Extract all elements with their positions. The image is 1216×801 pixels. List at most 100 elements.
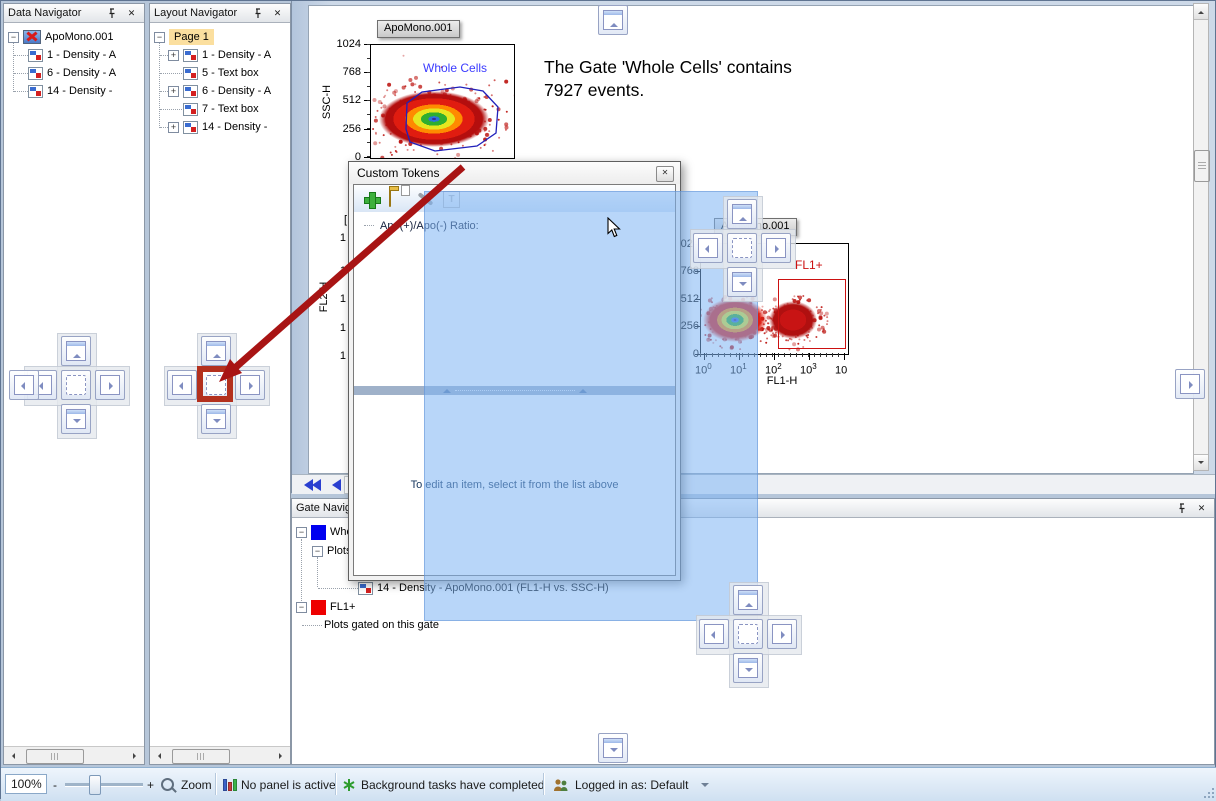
login-dropdown-icon[interactable] xyxy=(701,768,709,801)
dock-center-icon[interactable] xyxy=(727,233,757,263)
dock-top-icon[interactable] xyxy=(201,336,231,366)
previous-page-icon[interactable] xyxy=(326,478,341,496)
scroll-up-icon[interactable] xyxy=(1194,4,1208,20)
tree-row-plot[interactable]: + 1 - Density - A xyxy=(168,46,271,64)
horizontal-scrollbar[interactable] xyxy=(4,746,144,764)
collapse-icon[interactable]: − xyxy=(8,32,19,43)
scroll-left-icon[interactable] xyxy=(152,749,166,762)
tree-row-textbox[interactable]: 5 - Text box xyxy=(183,64,259,82)
collapse-icon[interactable]: − xyxy=(296,602,307,613)
plot2-ytick: 1 xyxy=(338,350,346,362)
dock-center-icon[interactable] xyxy=(733,619,763,649)
events-note-textbox[interactable]: The Gate 'Whole Cells' contains 7927 eve… xyxy=(544,56,844,102)
plot-label[interactable]: 1 - Density - A xyxy=(202,49,271,61)
dock-edge-top-icon[interactable] xyxy=(598,5,628,35)
pin-icon[interactable] xyxy=(249,6,266,21)
dock-left-icon[interactable] xyxy=(167,370,197,400)
pin-icon[interactable] xyxy=(1173,501,1190,516)
dock-edge-bottom-icon[interactable] xyxy=(598,733,628,763)
add-token-icon[interactable] xyxy=(362,189,382,209)
dock-guide-cross-data-navigator xyxy=(24,333,128,437)
scroll-right-icon[interactable] xyxy=(274,749,288,762)
dock-right-icon[interactable] xyxy=(95,370,125,400)
plot1-density-plot[interactable]: Whole Cells xyxy=(370,44,515,159)
gate-name[interactable]: FL1+ xyxy=(330,601,355,613)
collapse-icon[interactable]: − xyxy=(154,32,165,43)
gate-plots-label[interactable]: Plots gated on this gate xyxy=(324,619,439,631)
dock-left-icon[interactable] xyxy=(693,233,723,263)
dock-center-icon[interactable] xyxy=(61,370,91,400)
datafile-label[interactable]: ApoMono.001 xyxy=(45,31,114,43)
dock-top-icon[interactable] xyxy=(727,199,757,229)
tree-row-plot[interactable]: + 14 - Density - xyxy=(168,118,267,136)
edit-token-icon[interactable] xyxy=(389,188,391,207)
scrollbar-thumb[interactable] xyxy=(172,749,230,764)
dock-top-icon[interactable] xyxy=(61,336,91,366)
tree-row-textbox[interactable]: 7 - Text box xyxy=(183,100,259,118)
dock-right-icon[interactable] xyxy=(235,370,265,400)
vertical-scrollbar[interactable] xyxy=(1193,3,1209,471)
tree-connector xyxy=(14,55,28,56)
expand-icon[interactable]: + xyxy=(168,50,179,61)
collapse-icon[interactable]: − xyxy=(312,546,323,557)
horizontal-scrollbar[interactable] xyxy=(150,746,290,764)
plot-label[interactable]: 1 - Density - A xyxy=(47,49,116,61)
dock-right-icon[interactable] xyxy=(761,233,791,263)
expand-icon[interactable]: + xyxy=(168,86,179,97)
dock-right-icon[interactable] xyxy=(767,619,797,649)
plot-label[interactable]: 14 - Density - xyxy=(202,121,267,133)
scrollbar-thumb[interactable] xyxy=(1194,150,1210,182)
plot-label[interactable]: 14 - Density - xyxy=(47,85,112,97)
panel-status-icon xyxy=(223,768,237,801)
gate-color-swatch-red[interactable] xyxy=(311,600,326,615)
dialog-titlebar[interactable]: Custom Tokens xyxy=(349,162,680,184)
close-icon[interactable]: ✕ xyxy=(1193,501,1210,516)
dock-edge-right-icon[interactable] xyxy=(1175,369,1205,399)
tree-row-plot[interactable]: 1 - Density - A xyxy=(28,46,116,64)
page-label-selected[interactable]: Page 1 xyxy=(169,29,214,45)
dock-bottom-icon[interactable] xyxy=(727,267,757,297)
tree-row-page[interactable]: − Page 1 xyxy=(154,28,214,46)
plot2-y-axis-label: FL2-H xyxy=(318,267,330,327)
zoom-slider-track[interactable] xyxy=(65,783,143,787)
fl1-gate-label[interactable]: FL1+ xyxy=(795,258,823,272)
tree-row-plot[interactable]: + 6 - Density - A xyxy=(168,82,271,100)
scroll-right-icon[interactable] xyxy=(128,749,142,762)
gate-color-swatch-blue[interactable] xyxy=(311,525,326,540)
logged-in-text[interactable]: Logged in as: Default xyxy=(575,768,688,801)
pin-icon[interactable] xyxy=(103,6,120,21)
item-label[interactable]: 7 - Text box xyxy=(202,103,259,115)
dock-bottom-icon[interactable] xyxy=(201,404,231,434)
close-icon[interactable]: ✕ xyxy=(269,6,286,21)
whole-cells-gate-label[interactable]: Whole Cells xyxy=(423,61,487,75)
scroll-left-icon[interactable] xyxy=(6,749,20,762)
plot-label[interactable]: 6 - Density - A xyxy=(202,85,271,97)
tree-row-datafile[interactable]: − ApoMono.001 xyxy=(8,28,114,46)
dock-bottom-icon[interactable] xyxy=(733,653,763,683)
tree-row-plot[interactable]: 14 - Density - xyxy=(28,82,112,100)
item-label[interactable]: 5 - Text box xyxy=(202,67,259,79)
collapse-icon[interactable]: − xyxy=(296,527,307,538)
scroll-down-icon[interactable] xyxy=(1194,454,1208,470)
expand-icon[interactable]: + xyxy=(168,122,179,133)
first-page-icon[interactable] xyxy=(298,478,321,496)
dock-top-icon[interactable] xyxy=(733,585,763,615)
zoom-value-box[interactable]: 100% xyxy=(5,774,47,794)
scrollbar-thumb[interactable] xyxy=(26,749,84,764)
dialog-close-icon[interactable]: ✕ xyxy=(656,166,674,182)
mouse-cursor xyxy=(607,217,621,238)
dock-edge-left-icon[interactable] xyxy=(9,370,39,400)
dock-bottom-icon[interactable] xyxy=(61,404,91,434)
close-icon[interactable]: ✕ xyxy=(123,6,140,21)
panel-status-text[interactable]: No panel is active xyxy=(241,768,336,801)
dock-left-icon[interactable] xyxy=(699,619,729,649)
zoom-in-button[interactable]: + xyxy=(147,768,154,801)
gate-plots-row[interactable]: Plots gated on this gate xyxy=(324,616,439,634)
zoom-slider-thumb[interactable] xyxy=(89,775,101,795)
zoom-out-button[interactable]: - xyxy=(53,768,57,801)
background-tasks-text[interactable]: Background tasks have completed xyxy=(361,768,544,801)
gate-row[interactable]: − FL1+ xyxy=(296,598,355,616)
plot-label[interactable]: 6 - Density - A xyxy=(47,67,116,79)
tree-row-plot[interactable]: 6 - Density - A xyxy=(28,64,116,82)
resize-grip[interactable] xyxy=(1212,788,1214,790)
